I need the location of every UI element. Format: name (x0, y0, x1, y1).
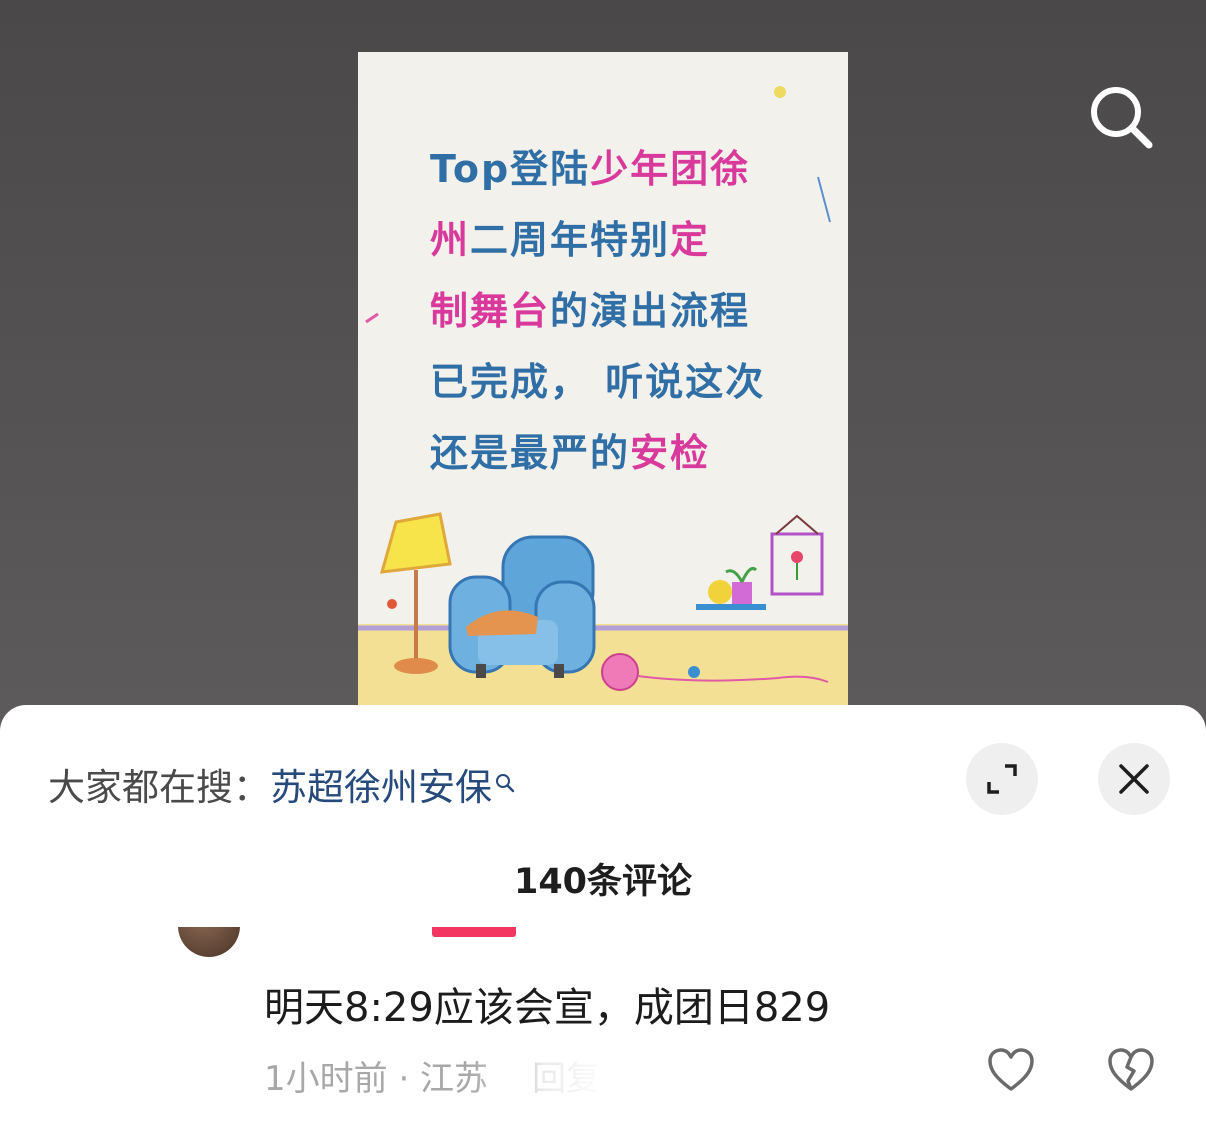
poster-text-segment: 二周年特别 (470, 218, 671, 262)
poster-text-segment: 州 (430, 218, 471, 262)
fade-overlay (470, 1039, 710, 1121)
poster-text-segment: 的演出流程 (550, 289, 751, 333)
poster-text: Top登陆少年团徐 州二周年特别定 制舞台的演出流程 已完成， 听说这次 还是最… (430, 134, 790, 489)
poster-line-5: 还是最严的安检 (430, 418, 790, 489)
comment-sheet: 大家都在搜： 苏超徐州安保 140条评论 明天8:29应该会宣，成团日829 1… (0, 705, 1206, 1121)
poster-text-segment: 定 (670, 218, 711, 262)
poster-line-3: 制舞台的演出流程 (430, 276, 790, 347)
poster-text-segment: 少年团徐 (590, 147, 751, 191)
video-poster[interactable]: Top登陆少年团徐 州二周年特别定 制舞台的演出流程 已完成， 听说这次 还是最… (358, 52, 848, 712)
hot-search-suggestion[interactable]: 大家都在搜： 苏超徐州安保 (48, 757, 515, 811)
poster-text-segment: 已完成， 听说这次 (430, 360, 766, 404)
search-icon (495, 759, 515, 802)
avatar[interactable] (178, 927, 240, 957)
broken-heart-icon[interactable] (1106, 1045, 1156, 1095)
poster-text-segment: Top登陆 (430, 147, 591, 191)
poster-text-segment: 制舞台 (430, 289, 551, 333)
status-badge (432, 927, 516, 937)
poster-text-segment: 安检 (630, 431, 711, 475)
comment-time-location: 1小时前 · 江苏 (264, 1059, 489, 1099)
heart-icon[interactable] (986, 1045, 1036, 1095)
expand-icon (987, 764, 1017, 794)
poster-line-1: Top登陆少年团徐 (430, 134, 790, 205)
hot-search-prefix: 大家都在搜： (48, 766, 270, 809)
comment-text: 明天8:29应该会宣，成团日829 (264, 985, 831, 1031)
poster-line-4: 已完成， 听说这次 (430, 347, 790, 418)
comment-count-title: 140条评论 (513, 862, 693, 902)
comment-header-clipped (0, 927, 1206, 957)
hot-search-keyword[interactable]: 苏超徐州安保 (270, 757, 492, 811)
expand-button[interactable] (966, 743, 1038, 815)
search-icon[interactable] (1088, 84, 1154, 150)
close-button[interactable] (1098, 743, 1170, 815)
poster-line-2: 州二周年特别定 (430, 205, 790, 276)
close-icon (1119, 764, 1149, 794)
poster-text-segment: 还是最严的 (430, 431, 631, 475)
